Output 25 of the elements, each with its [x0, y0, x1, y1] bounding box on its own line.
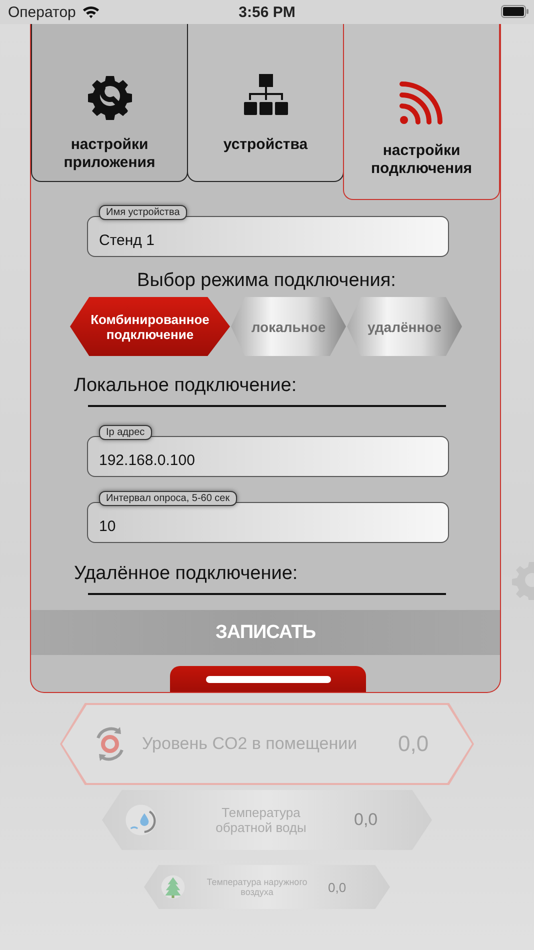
- tab[interactable]: настройки подключения: [343, 24, 500, 200]
- sensor-value: 0,0: [328, 880, 346, 894]
- carrier-name: Оператор: [8, 4, 76, 20]
- water-drop-icon: [124, 803, 158, 837]
- input-field[interactable]: 192.168.0.100: [87, 436, 449, 477]
- input-field[interactable]: Стенд 1: [87, 216, 449, 257]
- input-field[interactable]: 10: [87, 502, 449, 543]
- drawer-handle[interactable]: [170, 666, 366, 692]
- mode-segment[interactable]: Комбинированное подключение: [70, 297, 230, 356]
- sensor-label: Температура обратной воды: [214, 805, 308, 835]
- wifi-icon: [82, 5, 100, 19]
- tree-icon: [160, 874, 186, 900]
- tab[interactable]: настройки приложения: [31, 24, 188, 182]
- clock: 3:56 PM: [238, 4, 296, 20]
- section-heading: Удалённое подключение:: [74, 562, 299, 586]
- section-heading: Выбор режима подключения:: [136, 269, 397, 293]
- field-label: Ip адрес: [99, 425, 152, 440]
- sensor-value: 0,0: [354, 810, 378, 830]
- section-heading: Локальное подключение:: [74, 374, 298, 398]
- mode-segment[interactable]: удалённое: [347, 297, 462, 356]
- sensor-label: Температура наружного воздуха: [206, 877, 308, 897]
- battery-icon: [501, 5, 529, 18]
- mode-segment[interactable]: локальное: [231, 297, 346, 356]
- field-label: Имя устройства: [99, 205, 187, 220]
- field-label: Интервал опроса, 5-60 сек: [99, 491, 237, 506]
